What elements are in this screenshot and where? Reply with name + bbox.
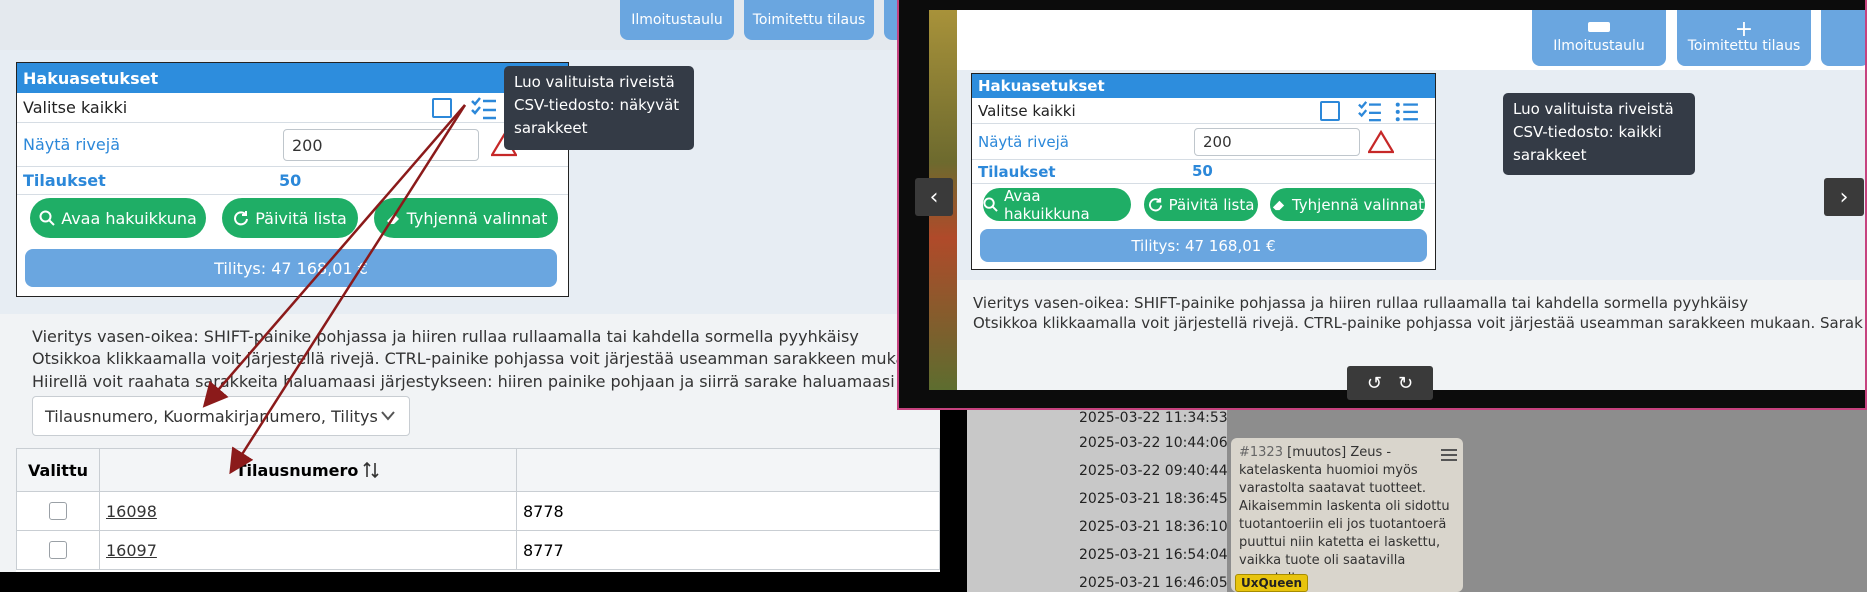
arrow-to-order-header — [229, 104, 467, 475]
arrow-to-sort-select — [202, 104, 466, 408]
annotation-arrows — [202, 104, 467, 475]
